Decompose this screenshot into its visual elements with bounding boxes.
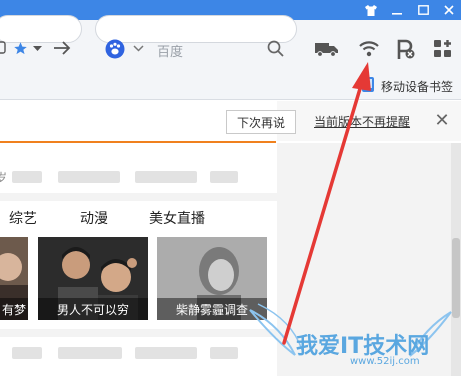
maximize-icon[interactable]: [410, 0, 436, 20]
tab-live-stream[interactable]: 美女直播: [149, 208, 205, 228]
forward-arrow-icon[interactable]: [52, 40, 72, 56]
tab-variety[interactable]: 综艺: [9, 208, 37, 228]
video-thumbnail[interactable]: 男人不可以穷: [38, 237, 148, 320]
dont-remind-link[interactable]: 当前版本不再提醒: [314, 113, 410, 130]
tab-anime[interactable]: 动漫: [80, 208, 108, 228]
video-thumbnail[interactable]: 有梦: [0, 237, 28, 320]
blurred-text: [135, 347, 197, 359]
extensions-grid-icon[interactable]: [434, 40, 452, 58]
blurred-text: [58, 171, 120, 183]
paw-icon[interactable]: [105, 39, 125, 59]
phone-icon: [362, 77, 374, 92]
blurred-text: [12, 347, 42, 359]
truck-icon[interactable]: [315, 41, 339, 57]
shirt-icon[interactable]: [358, 0, 384, 20]
browser-window: 百度 移动设备书签 下次再说 当前版本不再提醒 ✕ 岁 综艺 动漫 美女直播 有…: [0, 0, 461, 376]
minimize-icon[interactable]: [384, 0, 410, 20]
blurred-text: [12, 171, 42, 183]
thumbnail-caption: 有梦: [0, 298, 28, 320]
thumbnail-caption: 男人不可以穷: [38, 298, 148, 320]
watermark-url: www.52ij.com: [350, 356, 420, 367]
search-engine-placeholder: 百度: [157, 45, 184, 60]
blurred-text: [210, 171, 238, 183]
star-icon[interactable]: [13, 41, 28, 56]
blurred-text: [58, 347, 122, 359]
section-divider: [0, 193, 277, 201]
section-divider: [0, 329, 277, 337]
wifi-icon[interactable]: [358, 40, 380, 57]
page-icon: [0, 41, 6, 54]
chevron-down-icon[interactable]: [33, 46, 42, 52]
engine-chevron-down-icon[interactable]: [133, 45, 144, 52]
close-window-icon[interactable]: [436, 0, 461, 20]
address-bar[interactable]: [0, 15, 82, 43]
blurred-text: [210, 347, 238, 359]
mobile-bookmarks-link[interactable]: 移动设备书签: [381, 78, 453, 95]
remind-later-button[interactable]: 下次再说: [226, 110, 296, 134]
cut-text: 岁: [0, 171, 8, 185]
close-notice-icon[interactable]: ✕: [432, 111, 452, 131]
ad-block-icon[interactable]: [396, 38, 416, 60]
blurred-text: [135, 171, 197, 183]
search-icon[interactable]: [267, 40, 284, 57]
search-box[interactable]: [95, 15, 297, 43]
